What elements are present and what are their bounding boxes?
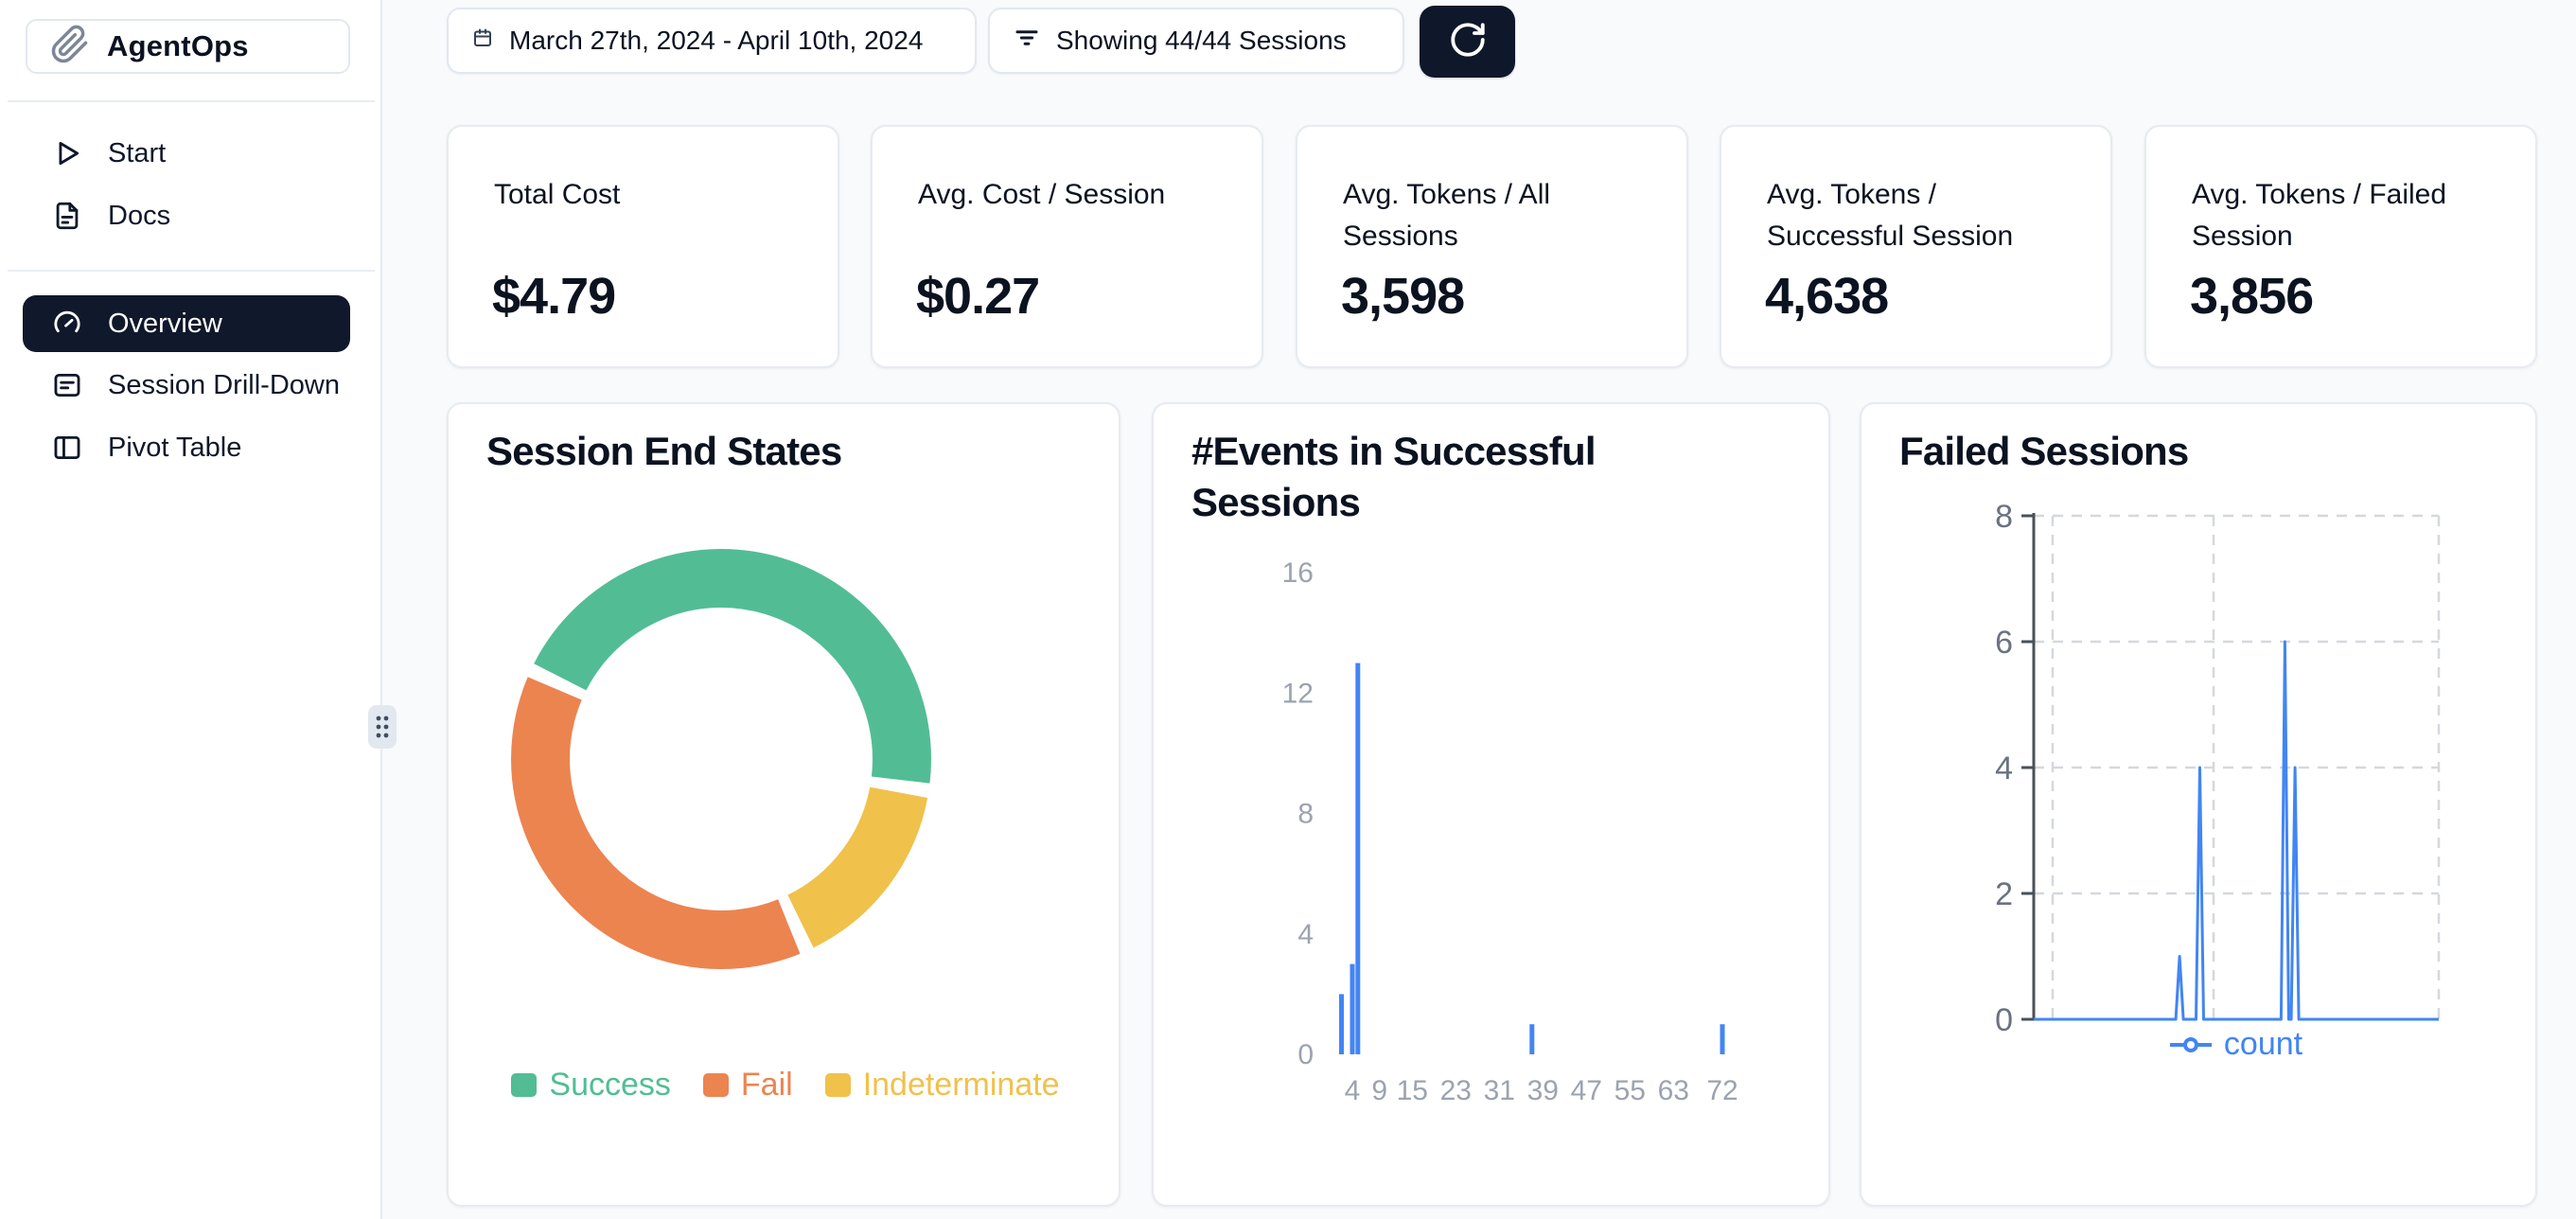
sidebar-resize-handle[interactable] xyxy=(368,705,397,749)
x-tick-label: 55 xyxy=(1614,1075,1646,1106)
sidebar-item-docs[interactable]: Docs xyxy=(23,187,350,244)
sessions-filter-button[interactable]: Showing 44/44 Sessions xyxy=(988,8,1404,74)
app-logo[interactable]: AgentOps xyxy=(26,19,350,74)
x-tick-label: 4 xyxy=(1345,1075,1361,1106)
sidebar-item-label: Docs xyxy=(108,201,170,232)
sidebar-divider xyxy=(8,100,375,102)
y-tick-label: 0 xyxy=(1297,1039,1314,1070)
legend-label: Success xyxy=(549,1067,671,1104)
columns-icon xyxy=(51,432,83,464)
sidebar-item-session-drill-down[interactable]: Session Drill-Down xyxy=(23,357,350,414)
y-tick-label: 6 xyxy=(1995,625,2013,661)
calendar-icon xyxy=(471,26,494,56)
date-range-label: March 27th, 2024 - April 10th, 2024 xyxy=(509,26,923,56)
y-tick-label: 8 xyxy=(1297,799,1314,830)
count-legend-label: count xyxy=(2224,1026,2303,1063)
stat-value: $4.79 xyxy=(492,267,615,326)
bar[interactable] xyxy=(1350,964,1355,1054)
x-tick-label: 23 xyxy=(1440,1075,1472,1106)
date-range-button[interactable]: March 27th, 2024 - April 10th, 2024 xyxy=(447,8,977,74)
x-tick-label: 31 xyxy=(1484,1075,1515,1106)
sidebar-item-label: Start xyxy=(108,138,166,169)
stat-value: 3,598 xyxy=(1341,267,1464,326)
line-marker-icon xyxy=(2170,1037,2212,1052)
sidebar-item-pivot-table[interactable]: Pivot Table xyxy=(23,419,350,476)
failed-sessions-card: Failed Sessions 02468 count xyxy=(1860,402,2537,1207)
stat-label: Avg. Cost / Session xyxy=(918,174,1211,216)
stat-card-avg-tokens-all-sessions: Avg. Tokens / All Sessions 3,598 xyxy=(1296,125,1688,368)
stat-label: Avg. Tokens / Successful Session xyxy=(1767,174,2060,257)
failed-sessions-line-chart[interactable]: 0 2 4 6 8 xyxy=(1861,404,2539,1209)
sessions-filter-label: Showing 44/44 Sessions xyxy=(1056,26,1347,56)
x-tick-label: 39 xyxy=(1527,1075,1559,1106)
count-legend-item[interactable]: count xyxy=(2034,1026,2439,1063)
stat-label: Total Cost xyxy=(494,174,787,216)
count-line[interactable] xyxy=(2034,642,2439,1019)
legend-label: Indeterminate xyxy=(863,1067,1060,1104)
sidebar: AgentOps Start Docs Overview Session Drill-… xyxy=(0,0,382,1219)
grip-dots-icon xyxy=(372,712,393,742)
refresh-button[interactable] xyxy=(1420,6,1515,78)
x-tick-label: 63 xyxy=(1658,1075,1689,1106)
y-tick-label: 2 xyxy=(1995,876,2013,912)
y-tick-label: 16 xyxy=(1282,557,1314,589)
gauge-icon xyxy=(51,308,83,340)
play-icon xyxy=(51,137,83,169)
sidebar-divider xyxy=(8,270,375,272)
paperclip-icon xyxy=(50,25,90,69)
app-name: AgentOps xyxy=(107,29,249,63)
donut-segment-fail[interactable] xyxy=(540,688,789,940)
filter-icon xyxy=(1013,24,1041,59)
stat-value: 3,856 xyxy=(2190,267,2313,326)
sidebar-item-start[interactable]: Start xyxy=(23,125,350,182)
events-histogram-card: #Events in Successful Sessions 048121649… xyxy=(1152,402,1830,1207)
legend-swatch xyxy=(703,1073,729,1097)
legend-label: Fail xyxy=(741,1067,793,1104)
donut-segment-indeterminate[interactable] xyxy=(801,792,899,921)
x-tick-label: 47 xyxy=(1571,1075,1602,1106)
events-bar-chart[interactable]: 0481216491523313947556372 xyxy=(1154,404,1832,1209)
refresh-icon xyxy=(1448,20,1488,64)
sidebar-item-label: Session Drill-Down xyxy=(108,370,340,401)
stat-label: Avg. Tokens / All Sessions xyxy=(1343,174,1636,257)
legend-item-success[interactable]: Success xyxy=(511,1067,671,1104)
y-tick-label: 12 xyxy=(1282,678,1314,709)
bar[interactable] xyxy=(1339,994,1344,1054)
bar[interactable] xyxy=(1355,663,1360,1054)
donut-segment-success[interactable] xyxy=(560,578,902,780)
donut-legend: Success Fail Indeterminate xyxy=(449,1067,1122,1104)
stat-value: $0.27 xyxy=(916,267,1039,326)
y-tick-label: 8 xyxy=(1995,499,2013,535)
x-tick-label: 72 xyxy=(1706,1075,1738,1106)
y-tick-label: 0 xyxy=(1995,1002,2013,1038)
y-tick-label: 4 xyxy=(1297,919,1314,950)
session-end-states-card: Session End States SuccessFailIndetermin… xyxy=(447,402,1120,1207)
legend-swatch xyxy=(511,1073,537,1097)
legend-item-fail[interactable]: Fail xyxy=(703,1067,793,1104)
x-tick-label: 15 xyxy=(1397,1075,1428,1106)
stat-card-avg-tokens-failed-session: Avg. Tokens / Failed Session 3,856 xyxy=(2144,125,2537,368)
stat-card-avg-tokens-successful-session: Avg. Tokens / Successful Session 4,638 xyxy=(1720,125,2112,368)
legend-item-indeterminate[interactable]: Indeterminate xyxy=(825,1067,1060,1104)
stat-card-avg-cost-session: Avg. Cost / Session $0.27 xyxy=(871,125,1263,368)
x-tick-label: 9 xyxy=(1371,1075,1387,1106)
stat-value: 4,638 xyxy=(1765,267,1888,326)
sidebar-item-label: Pivot Table xyxy=(108,433,241,464)
document-icon xyxy=(51,200,83,232)
list-icon xyxy=(51,369,83,401)
bar[interactable] xyxy=(1720,1024,1725,1054)
sidebar-item-overview[interactable]: Overview xyxy=(23,295,350,352)
y-tick-label: 4 xyxy=(1995,751,2013,786)
bar[interactable] xyxy=(1529,1024,1534,1054)
sidebar-item-label: Overview xyxy=(108,309,222,340)
stat-card-total-cost: Total Cost $4.79 xyxy=(447,125,839,368)
legend-swatch xyxy=(825,1073,851,1097)
stat-label: Avg. Tokens / Failed Session xyxy=(2192,174,2485,257)
